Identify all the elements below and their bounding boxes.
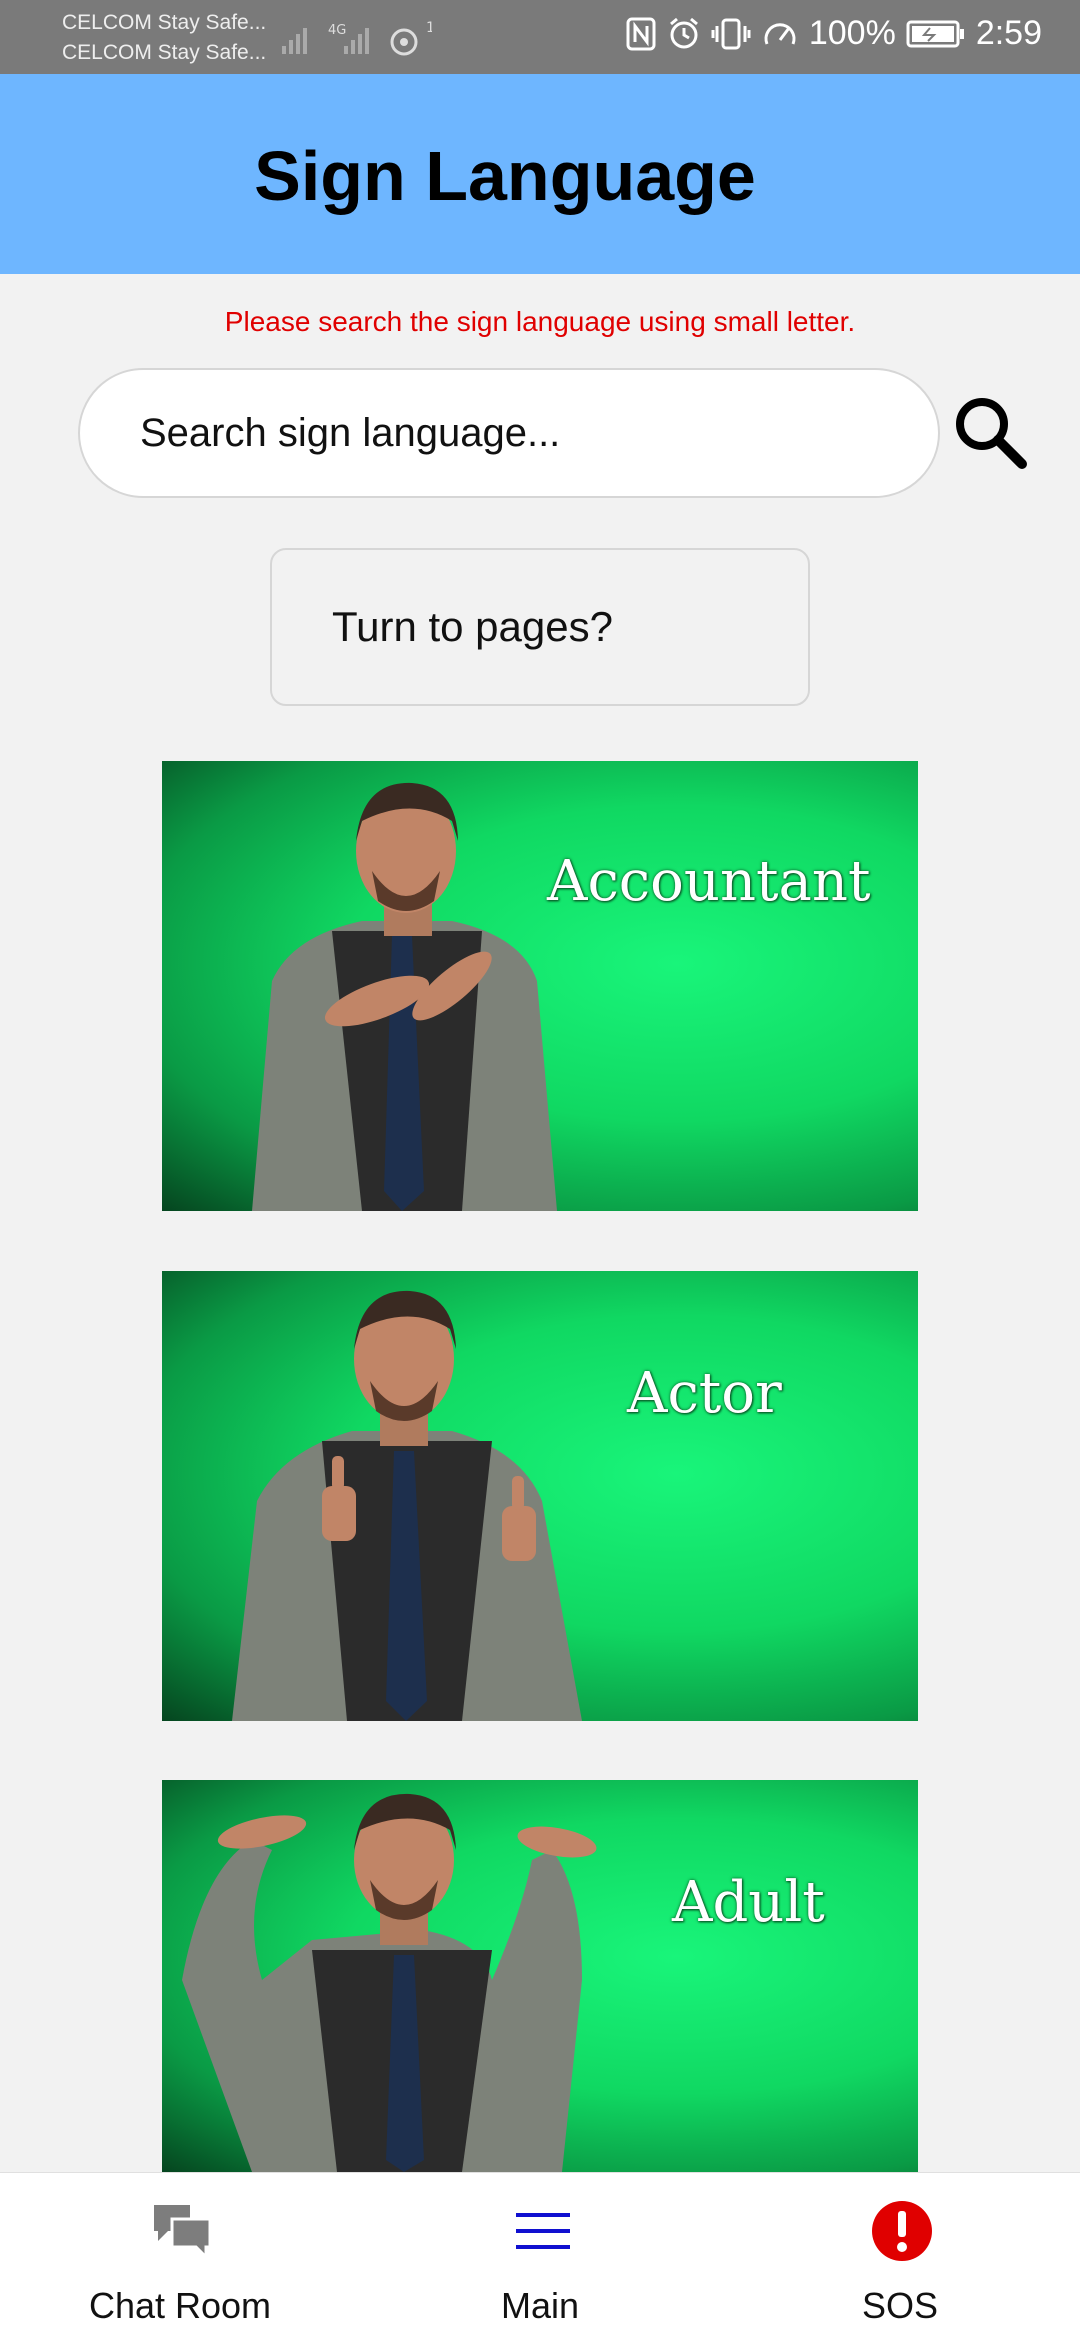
sign-card-actor[interactable]: Actor: [162, 1271, 918, 1721]
sign-card-adult[interactable]: Adult: [162, 1780, 918, 2172]
carrier-names: CELCOM Stay Safe... CELCOM Stay Safe...: [62, 8, 266, 68]
menu-icon: [516, 2213, 570, 2249]
status-bar: CELCOM Stay Safe... CELCOM Stay Safe... …: [0, 0, 1080, 74]
signal-icon: 4G 1: [282, 18, 435, 63]
alarm-icon: [669, 17, 698, 48]
nfc-icon: [626, 17, 656, 50]
app-header: Sign Language: [0, 74, 1080, 274]
nav-main[interactable]: Main: [360, 2173, 720, 2341]
battery-icon: [906, 20, 964, 47]
nav-label: Chat Room: [88, 2285, 272, 2326]
sign-card-accountant[interactable]: Accountant: [162, 761, 918, 1211]
nav-chat-room[interactable]: Chat Room: [0, 2173, 360, 2341]
data-saver-icon: [764, 22, 796, 45]
battery-percent: 100%: [808, 14, 896, 52]
clock-time: 2:59: [975, 14, 1042, 52]
signer-image: [182, 1793, 597, 2172]
search-button[interactable]: [950, 392, 1030, 472]
search-input[interactable]: [78, 368, 940, 498]
nav-label: SOS: [861, 2285, 939, 2326]
signer-image: [252, 782, 557, 1211]
alert-icon: [872, 2201, 932, 2261]
status-right: 100% 2:59: [625, 14, 1042, 53]
hotspot-count: 1: [426, 20, 432, 36]
search-icon: [956, 398, 1027, 469]
sign-label: Adult: [672, 1870, 825, 1935]
carrier-1: CELCOM Stay Safe...: [62, 11, 267, 34]
page-title: Sign Language: [254, 137, 756, 215]
vibrate-icon: [711, 18, 751, 49]
nav-sos[interactable]: SOS: [720, 2173, 1080, 2341]
search-hint: Please search the sign language using sm…: [224, 306, 856, 337]
sign-label: Actor: [627, 1361, 782, 1426]
signer-image: [232, 1290, 582, 1721]
turn-to-pages-button[interactable]: Turn to pages?: [270, 548, 810, 706]
network-type: 4G: [328, 23, 346, 38]
sign-label: Accountant: [547, 849, 871, 914]
chat-icon: [154, 2205, 212, 2261]
bottom-navigation: Chat Room Main SOS: [0, 2172, 1080, 2341]
carrier-2: CELCOM Stay Safe...: [62, 41, 267, 64]
nav-label: Main: [500, 2285, 580, 2326]
